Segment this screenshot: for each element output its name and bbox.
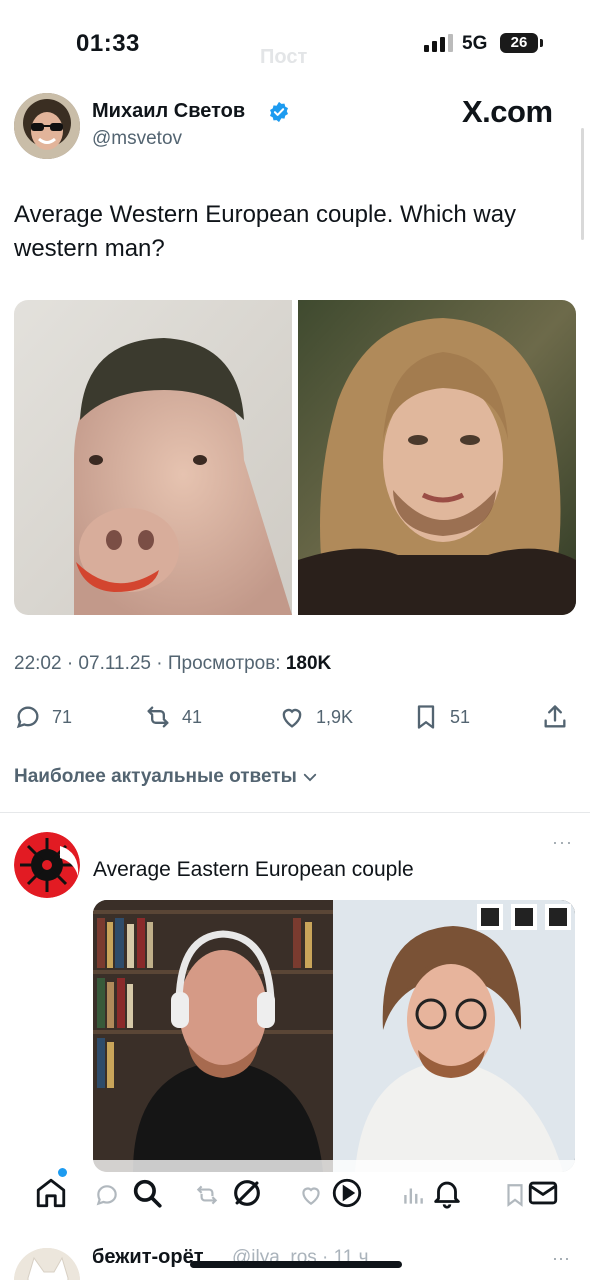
- status-time: 01:33: [76, 30, 140, 57]
- peek-author-name[interactable]: бежит-орёт: [92, 1246, 204, 1269]
- reply-more-icon[interactable]: ···: [552, 832, 573, 853]
- views-count: 180K: [285, 653, 332, 674]
- share-icon: [544, 705, 566, 728]
- author-name[interactable]: Михаил Светов: [92, 100, 245, 123]
- repost-count: 41: [182, 706, 203, 727]
- messages-icon: [528, 1181, 558, 1205]
- avatar-sunglasses-icon: [14, 93, 80, 159]
- battery-tip: [540, 39, 543, 47]
- divider: [0, 812, 590, 813]
- tweet-meta: 22:02 · 07.11.25 · Просмотров: 180K: [14, 653, 331, 675]
- bookmark-count: 51: [450, 706, 471, 727]
- search-icon: [133, 1179, 162, 1208]
- ghost-like-icon: [298, 1182, 324, 1213]
- signal-icon: [424, 34, 453, 52]
- tab-home[interactable]: [34, 1176, 68, 1210]
- tweet-datetime: 22:02 · 07.11.25 · Просмотров:: [14, 653, 286, 674]
- author-handle[interactable]: @msvetov: [92, 128, 182, 150]
- notifications-icon: [434, 1181, 460, 1209]
- reply-button[interactable]: 71: [14, 703, 72, 731]
- reply-icon: [16, 706, 39, 729]
- tweet-image-face[interactable]: [298, 300, 576, 615]
- pig-with-haircut-image: [14, 300, 292, 615]
- bookmark-button[interactable]: 51: [412, 703, 470, 731]
- tab-notifications[interactable]: [430, 1176, 464, 1210]
- scrollbar[interactable]: [581, 128, 584, 240]
- chevron-down-icon: [303, 773, 317, 782]
- bearded-long-hair-face-image: [298, 300, 576, 615]
- ghost-views-icon: [400, 1182, 426, 1213]
- play-icon: [332, 1178, 362, 1208]
- tweet-text: Average Western European couple. Which w…: [14, 201, 517, 262]
- repost-icon: [147, 706, 169, 728]
- cat-avatar-icon: [14, 1248, 80, 1280]
- video-call-image: [93, 900, 575, 1172]
- like-button[interactable]: 1,9K: [278, 703, 353, 731]
- share-button[interactable]: [541, 703, 579, 731]
- reply-image[interactable]: [93, 900, 575, 1172]
- header-title: Пост: [260, 46, 308, 68]
- home-indicator: [190, 1261, 402, 1268]
- status-bar: 01:33 Пост 5G 26: [0, 0, 590, 86]
- reply-text: Average Eastern European couple: [93, 858, 414, 881]
- tab-grok[interactable]: [230, 1176, 264, 1210]
- peek-more-icon[interactable]: ···: [552, 1248, 570, 1269]
- ghost-bookmark-icon: [502, 1182, 528, 1213]
- ghost-repost-icon: [194, 1182, 220, 1213]
- ghost-reply-icon: [94, 1182, 120, 1213]
- bookmark-icon: [417, 705, 435, 729]
- verified-badge-icon: [270, 101, 288, 123]
- x-com-logo: X.com: [462, 94, 553, 129]
- like-icon: [282, 708, 302, 728]
- like-count: 1,9K: [316, 706, 354, 727]
- repost-button[interactable]: 41: [144, 703, 202, 731]
- network-label: 5G: [462, 33, 488, 54]
- peek-avatar[interactable]: [14, 1248, 80, 1280]
- tab-search[interactable]: [130, 1176, 164, 1210]
- tab-messages[interactable]: [526, 1176, 560, 1210]
- battery-level: 26: [500, 33, 538, 53]
- reply-count: 71: [52, 706, 73, 727]
- reply-avatar[interactable]: [14, 832, 80, 898]
- home-icon: [36, 1178, 66, 1208]
- red-wheel-emblem-icon: [14, 832, 80, 898]
- relevant-replies-toggle[interactable]: Наиболее актуальные ответы: [14, 766, 319, 788]
- tweet-image-pig[interactable]: [14, 300, 292, 615]
- grok-icon: [234, 1180, 260, 1206]
- tab-video[interactable]: [330, 1176, 364, 1210]
- author-avatar[interactable]: [14, 93, 80, 159]
- relevant-replies-label: Наиболее актуальные ответы: [14, 766, 297, 787]
